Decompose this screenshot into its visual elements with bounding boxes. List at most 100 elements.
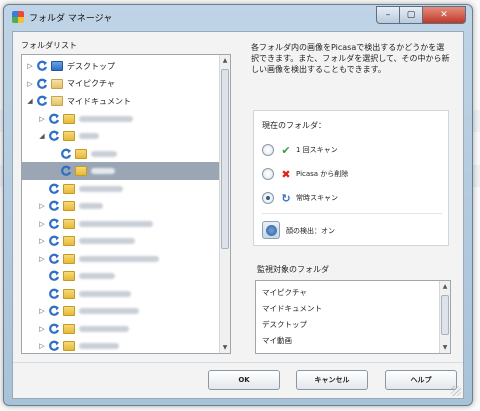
current-folder-panel: 現在のフォルダ： ✔ 1 回スキャン ✖ Picasa から削除 ↻ 常時スキャ…: [253, 110, 449, 246]
refresh-icon[interactable]: [48, 130, 60, 142]
refresh-icon[interactable]: [48, 200, 60, 212]
resize-grip[interactable]: [451, 386, 461, 396]
tree-row[interactable]: ◢: [22, 127, 220, 145]
expand-arrow-icon[interactable]: ▷: [38, 115, 46, 123]
tree-row[interactable]: ▷: [22, 302, 220, 320]
expand-arrow-icon[interactable]: ▷: [38, 325, 46, 333]
scroll-down-icon[interactable]: ▼: [440, 342, 450, 353]
watched-folders-list[interactable]: マイピクチャ マイドキュメント デスクトップ マイ動画 ▲ ▼: [255, 280, 451, 354]
scroll-up-icon[interactable]: ▲: [220, 55, 230, 66]
tree-row[interactable]: ▷: [22, 215, 220, 233]
refresh-icon[interactable]: [48, 323, 60, 335]
refresh-icon[interactable]: [48, 218, 60, 230]
scan-once-label: 1 回スキャン: [296, 146, 338, 154]
refresh-icon[interactable]: [36, 95, 48, 107]
folder-icon: [75, 148, 87, 159]
tree-row[interactable]: [22, 162, 220, 180]
folder-tree[interactable]: ▷ デスクトップ ▷ マイピクチャ ◢ マイドキュメント ▷ ◢ ▷ ▷ ▷ ▷ ▷ ▷ ▷ ▲ ▼: [21, 54, 231, 354]
expand-arrow-icon[interactable]: ▷: [38, 202, 46, 210]
tree-row[interactable]: ▷ マイピクチャ: [22, 75, 220, 93]
minimize-button[interactable]: –: [376, 6, 400, 24]
expand-arrow-icon[interactable]: ▷: [38, 237, 46, 245]
tree-row[interactable]: ▷: [22, 197, 220, 215]
scan-once-option[interactable]: ✔ 1 回スキャン: [262, 143, 338, 157]
expand-arrow-icon[interactable]: ▷: [38, 342, 46, 350]
tree-row[interactable]: ◢ マイドキュメント: [22, 92, 220, 110]
help-button[interactable]: ヘルプ: [385, 370, 457, 390]
cancel-button[interactable]: キャンセル: [296, 370, 368, 390]
expand-arrow-icon[interactable]: [50, 167, 58, 175]
face-detection-button[interactable]: [262, 221, 280, 239]
folder-tree-scrollbar[interactable]: ▲ ▼: [219, 55, 230, 353]
always-scan-option[interactable]: ↻ 常時スキャン: [262, 191, 338, 205]
refresh-icon[interactable]: [48, 270, 60, 282]
list-item[interactable]: マイ動画: [262, 335, 292, 346]
list-item[interactable]: マイピクチャ: [262, 287, 307, 298]
tree-row[interactable]: ▷ デスクトップ: [22, 57, 220, 75]
folder-icon: [51, 78, 63, 89]
tree-row[interactable]: [22, 180, 220, 198]
scroll-thumb[interactable]: [221, 69, 229, 249]
expand-arrow-icon[interactable]: [38, 185, 46, 193]
expand-arrow-icon[interactable]: [50, 150, 58, 158]
maximize-button[interactable]: ▢: [399, 6, 423, 24]
tree-row[interactable]: ▷: [22, 110, 220, 128]
refresh-icon[interactable]: [60, 148, 72, 160]
tree-row[interactable]: ▷: [22, 320, 220, 338]
scroll-down-icon[interactable]: ▼: [220, 342, 230, 353]
expand-arrow-icon[interactable]: [38, 290, 46, 298]
remove-option[interactable]: ✖ Picasa から削除: [262, 167, 348, 181]
refresh-icon[interactable]: [48, 235, 60, 247]
scroll-up-icon[interactable]: ▲: [440, 281, 450, 292]
face-detection-label: 顔の検出：オン: [286, 227, 335, 235]
obscured-folder-name: [79, 343, 119, 349]
refresh-icon[interactable]: [48, 305, 60, 317]
always-scan-radio[interactable]: [262, 192, 274, 204]
watched-scrollbar[interactable]: ▲ ▼: [439, 281, 450, 353]
refresh-icon[interactable]: [36, 60, 48, 72]
obscured-folder-name: [79, 133, 99, 139]
expand-arrow-icon[interactable]: ◢: [26, 97, 34, 105]
ok-button[interactable]: OK: [208, 370, 280, 390]
list-item[interactable]: マイドキュメント: [262, 303, 322, 314]
list-item[interactable]: デスクトップ: [262, 319, 307, 330]
title-bar[interactable]: フォルダ マネージャ – ▢ ✕: [4, 5, 472, 29]
tree-row[interactable]: ▷: [22, 232, 220, 250]
refresh-icon[interactable]: [48, 253, 60, 265]
refresh-icon[interactable]: [48, 183, 60, 195]
expand-arrow-icon[interactable]: ▷: [26, 80, 34, 88]
tree-row[interactable]: [22, 145, 220, 163]
obscured-folder-name: [91, 168, 115, 174]
folder-tree-items: ▷ デスクトップ ▷ マイピクチャ ◢ マイドキュメント ▷ ◢ ▷ ▷ ▷ ▷ ▷ ▷ ▷: [22, 55, 220, 353]
check-icon: ✔: [281, 143, 291, 157]
expand-arrow-icon[interactable]: ◢: [38, 132, 46, 140]
tree-row[interactable]: [22, 267, 220, 285]
expand-arrow-icon[interactable]: ▷: [38, 307, 46, 315]
expand-arrow-icon[interactable]: [38, 272, 46, 280]
expand-arrow-icon[interactable]: ▷: [38, 255, 46, 263]
folder-manager-window: フォルダ マネージャ – ▢ ✕ フォルダリスト ▷ デスクトップ ▷ マイピクチャ ◢…: [3, 4, 473, 406]
obscured-folder-name: [79, 115, 133, 122]
refresh-icon[interactable]: [48, 288, 60, 300]
tree-row[interactable]: ▷: [22, 250, 220, 268]
scan-once-radio[interactable]: [262, 144, 274, 156]
picasa-icon: [12, 11, 24, 23]
refresh-icon[interactable]: [36, 78, 48, 90]
folder-icon: [63, 131, 75, 141]
remove-radio[interactable]: [262, 168, 274, 180]
expand-arrow-icon[interactable]: ▷: [38, 220, 46, 228]
refresh-icon[interactable]: [48, 113, 60, 125]
dialog-body: フォルダリスト ▷ デスクトップ ▷ マイピクチャ ◢ マイドキュメント ▷ ◢ ▷ ▷ ▷ ▷ ▷ ▷ ▷…: [12, 31, 464, 399]
folder-icon: [63, 183, 75, 194]
obscured-folder-name: [91, 150, 117, 157]
tree-row[interactable]: [22, 285, 220, 303]
refresh-icon[interactable]: [60, 165, 72, 177]
tree-row[interactable]: ▷: [22, 337, 220, 353]
folder-icon: [63, 236, 75, 246]
folder-icon: [63, 323, 75, 334]
expand-arrow-icon[interactable]: ▷: [26, 62, 34, 70]
refresh-icon[interactable]: [48, 340, 60, 352]
description-text: 各フォルダ内の画像をPicasaで検出するかどうかを選択できます。また、フォルダ…: [251, 43, 450, 74]
close-button[interactable]: ✕: [422, 6, 466, 24]
scroll-thumb[interactable]: [441, 295, 449, 335]
